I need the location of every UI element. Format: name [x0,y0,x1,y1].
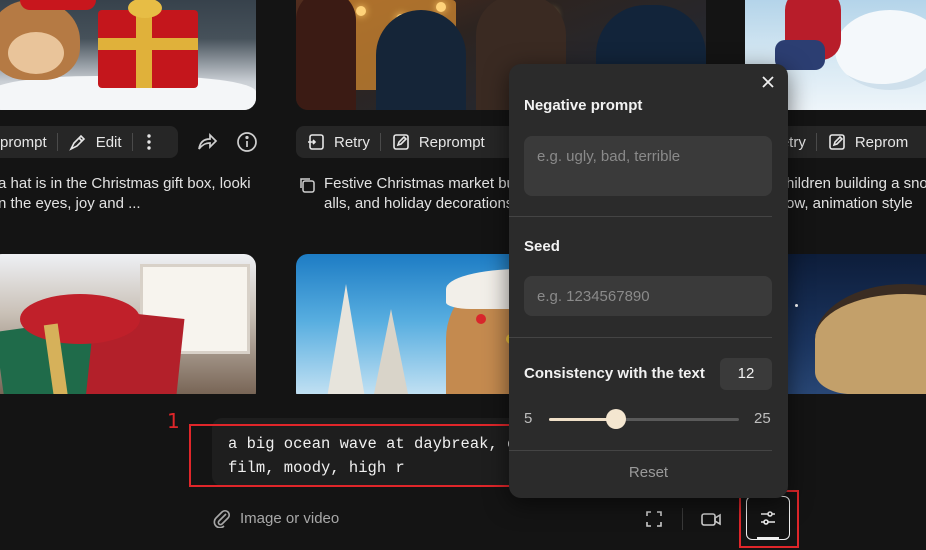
snowy-tree [326,284,366,404]
straw-hat [815,284,926,394]
more-button[interactable] [133,126,165,158]
caption-line: n the eyes, joy and ... [0,195,141,212]
reprompt-button[interactable]: Reprompt [381,126,495,158]
slider-max-label: 25 [754,410,771,427]
gift-ribbon [98,38,198,50]
caption-left: a hat is in the Christmas gift box, look… [0,174,251,214]
string-light [356,6,366,16]
divider [509,337,772,338]
caption-line: Festive Christmas market bu [324,175,515,192]
shopper-figure [296,0,356,110]
caption-line: hildren building a snow [786,175,926,192]
edit-icon [68,132,88,152]
santa-hat [20,0,96,10]
negative-prompt-label: Negative prompt [524,97,643,114]
reprompt-button[interactable]: prompt [0,126,57,158]
action-bar-middle: Retry Reprompt [296,126,516,158]
snowman-figure [835,10,926,90]
caption-line: alls, and holiday decorations [324,195,514,212]
reprompt-icon [827,132,847,152]
star [795,304,798,307]
negative-prompt-placeholder: e.g. ugly, bad, terrible [537,148,681,165]
edit-button[interactable]: Edit [58,126,132,158]
consistency-slider[interactable] [549,409,739,429]
gift-bow [20,294,140,344]
thumbnail-gift-boxes[interactable] [0,254,256,404]
close-button[interactable] [758,72,778,92]
retry-button[interactable]: Retry [296,126,380,158]
copy-icon [300,178,315,193]
reprompt-label: Reprompt [418,133,485,151]
caption-middle: Festive Christmas market bu alls, and ho… [324,174,515,214]
info-icon [237,132,257,152]
edit-label: Edit [95,133,122,151]
divider [509,450,772,451]
slider-thumb[interactable] [605,409,626,429]
slider-min-label: 5 [524,410,533,427]
caption-line: ow, animation style [786,195,913,212]
retry-label: Retry [334,133,370,151]
share-button[interactable] [195,130,219,154]
hamster-belly [8,32,64,74]
reprompt-label: Reprom [854,133,909,151]
info-button[interactable] [235,130,259,154]
close-icon [762,76,774,88]
seed-input[interactable]: e.g. 1234567890 [524,276,772,316]
divider [682,508,683,530]
annotation-label-1: 1 [167,409,180,433]
string-light [436,2,446,12]
reset-button[interactable]: Reset [509,464,788,481]
negative-prompt-input[interactable]: e.g. ugly, bad, terrible [524,136,772,196]
more-vertical-icon [143,132,155,152]
seed-placeholder: e.g. 1234567890 [537,288,650,305]
reprompt-icon [391,132,411,152]
consistency-value-input[interactable]: 12 [720,358,772,390]
video-mode-button[interactable] [700,509,722,534]
caption-right: hildren building a snow ow, animation st… [786,174,926,214]
caption-line: a hat is in the Christmas gift box, look… [0,175,251,192]
attach-media-button[interactable]: Image or video [212,508,339,528]
attach-label: Image or video [240,509,340,527]
thumbnail-christmas-gift[interactable] [0,0,256,110]
copy-prompt-button[interactable] [298,176,316,199]
divider [509,216,772,217]
fullscreen-button[interactable] [644,509,664,534]
candy [476,314,486,324]
fullscreen-icon [646,511,662,527]
reprompt-label: prompt [0,133,47,151]
snowy-tree [371,309,411,404]
paperclip-icon [213,509,231,528]
annotation-box-1 [189,424,513,487]
retry-icon [306,132,326,152]
video-icon [701,513,721,526]
seed-label: Seed [524,238,560,255]
consistency-label: Consistency with the text [524,365,705,382]
action-bar-left: prompt Edit [0,126,178,158]
shopper-figure [376,10,466,110]
share-icon [198,132,218,150]
annotation-box-2 [739,490,799,548]
reprompt-button[interactable]: Reprom [817,126,918,158]
generation-settings-panel: Negative prompt e.g. ugly, bad, terrible… [509,64,788,498]
